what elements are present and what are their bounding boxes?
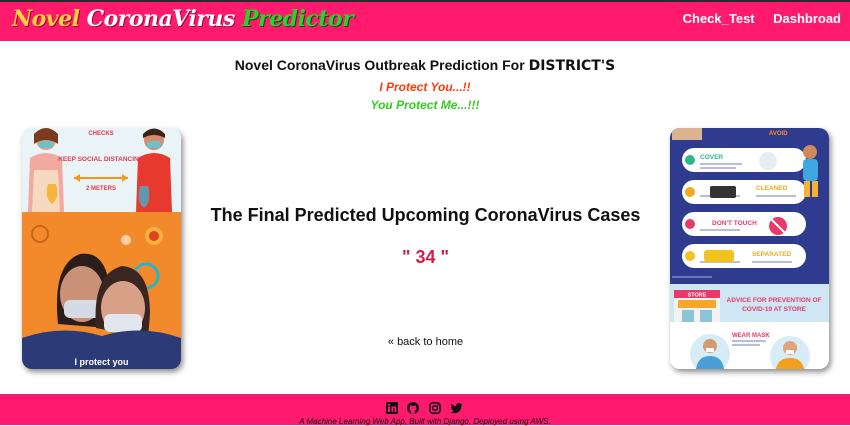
step-cleaned: CLEANED bbox=[756, 185, 788, 192]
navbar: Novel CoronaVirus Predictor Check_Test D… bbox=[0, 2, 850, 41]
brand-logo[interactable]: Novel CoronaVirus Predictor bbox=[12, 5, 354, 33]
svg-text:KEEP SOCIAL DISTANCING: KEEP SOCIAL DISTANCING bbox=[58, 156, 144, 163]
back-to-home-link[interactable]: « back to home bbox=[388, 336, 463, 348]
wear-mask-label: WEAR MASK bbox=[732, 333, 770, 339]
tagline-protect-you: I Protect You...!! bbox=[379, 80, 471, 94]
brand-word-coronavirus: CoronaVirus bbox=[86, 6, 236, 32]
nav-link-check-test[interactable]: Check_Test bbox=[683, 11, 755, 26]
right-infographic-card: AVOID COVER CLEANED DON'T TOUCH SEPARATE… bbox=[670, 128, 829, 369]
prevention-infographic: AVOID COVER CLEANED DON'T TOUCH SEPARATE… bbox=[670, 128, 829, 369]
step-avoid: AVOID bbox=[769, 131, 788, 137]
nav-links: Check_Test Dashbroad bbox=[669, 10, 841, 28]
nav-link-dashboard[interactable]: Dashbroad bbox=[773, 11, 841, 26]
prediction-title: The Final Predicted Upcoming CoronaVirus… bbox=[210, 205, 641, 225]
brand-word-predictor: Predictor bbox=[241, 6, 354, 32]
poster-text-distancing: KEEP SOCIAL DISTANCING bbox=[58, 156, 144, 163]
poster-text-checks: CHECKS bbox=[88, 131, 113, 137]
step-cover: COVER bbox=[700, 154, 723, 161]
linkedin-icon[interactable] bbox=[386, 402, 398, 414]
step-separated: SEPARATED bbox=[752, 251, 791, 258]
store-sign: STORE bbox=[688, 293, 707, 299]
social-distancing-poster: CHECKS KEEP SOCIAL DISTANCING 2 METERS I… bbox=[22, 128, 181, 369]
github-icon[interactable] bbox=[407, 402, 420, 414]
brand-word-novel: Novel bbox=[12, 6, 80, 32]
footer: A Machine Learning Web App, Built with D… bbox=[0, 394, 850, 426]
tagline-protect-me: You Protect Me...!!! bbox=[370, 98, 480, 112]
back-to-home-container: « back to home bbox=[182, 336, 669, 348]
poster-text-meters: 2 METERS bbox=[86, 186, 116, 192]
page-title-emphasis: DISTRICT'S bbox=[528, 58, 616, 74]
page-title-prefix: Novel CoronaVirus Outbreak Prediction Fo… bbox=[234, 57, 525, 73]
left-poster-card: CHECKS KEEP SOCIAL DISTANCING 2 METERS I… bbox=[22, 128, 181, 369]
social-links bbox=[386, 402, 468, 416]
advice-title: ADVICE FOR PREVENTION OF bbox=[727, 297, 822, 304]
twitter-icon[interactable] bbox=[450, 402, 463, 414]
instagram-icon[interactable] bbox=[428, 402, 441, 414]
prediction-value: " 34 " bbox=[401, 247, 450, 267]
poster-caption: I protect you bbox=[74, 357, 128, 367]
advice-title-line-2: COVID-19 AT STORE bbox=[742, 306, 806, 313]
page-title: Novel CoronaVirus Outbreak Prediction Fo… bbox=[0, 57, 850, 74]
step-dont-touch: DON'T TOUCH bbox=[712, 220, 757, 227]
